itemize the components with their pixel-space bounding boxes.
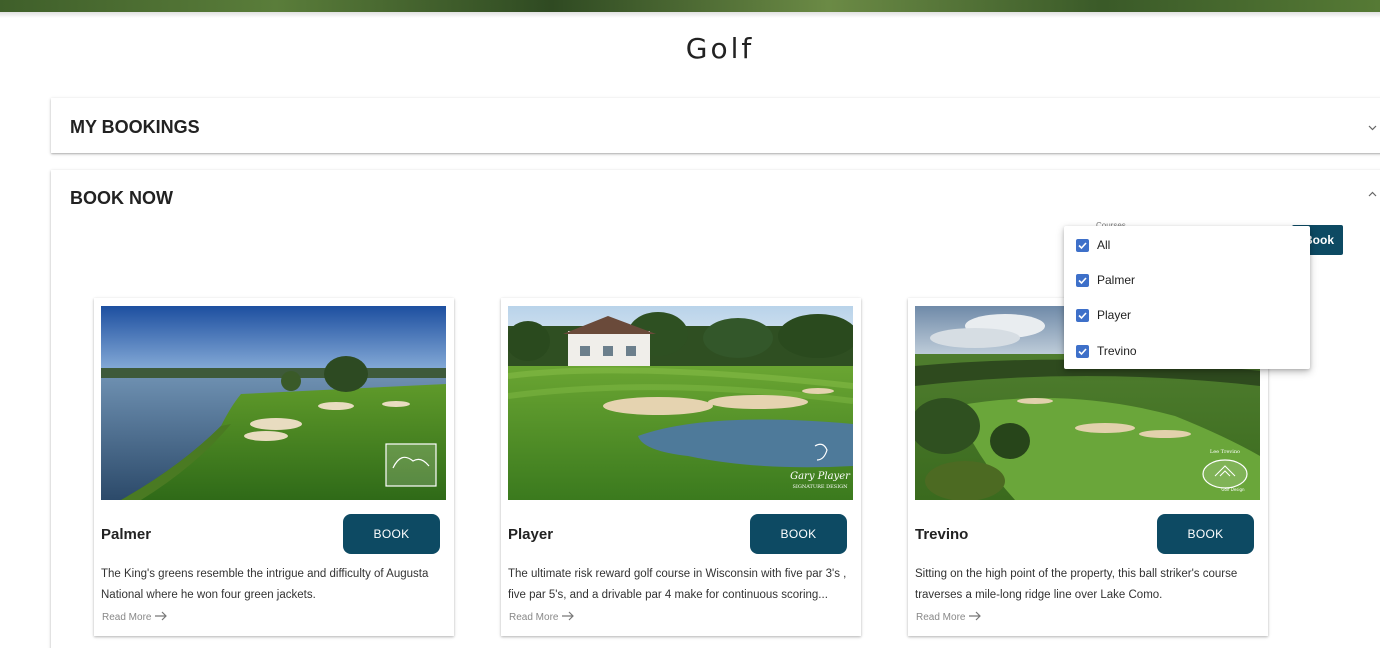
course-description-palmer: The King's greens resemble the intrigue …	[101, 568, 429, 601]
course-option-player[interactable]: Player	[1076, 305, 1131, 325]
read-more-label: Read More	[509, 612, 559, 623]
arrow-right-icon	[968, 611, 982, 624]
arrow-right-icon	[154, 611, 168, 624]
book-button-palmer[interactable]: BOOK	[343, 514, 440, 554]
read-more-link-palmer[interactable]: Read More	[102, 611, 168, 624]
book-button-player[interactable]: BOOK	[750, 514, 847, 554]
option-label: All	[1097, 238, 1111, 252]
my-bookings-panel[interactable]: MY BOOKINGS	[51, 98, 1380, 153]
page-title: Golf	[685, 32, 755, 65]
option-label: Palmer	[1097, 273, 1136, 287]
course-option-all[interactable]: All	[1076, 235, 1110, 255]
checkbox-checked-icon[interactable]	[1076, 308, 1089, 322]
course-option-trevino[interactable]: Trevino	[1076, 341, 1137, 361]
option-label: Player	[1097, 308, 1132, 322]
option-label: Trevino	[1097, 344, 1137, 358]
trevino-logo-text: Lee Trevino	[1210, 449, 1240, 455]
chevron-up-icon[interactable]	[1368, 190, 1377, 199]
read-more-link-player[interactable]: Read More	[509, 611, 575, 624]
read-more-label: Read More	[916, 612, 966, 623]
player-logo-text: Gary Player	[790, 471, 851, 482]
checkbox-checked-icon[interactable]	[1076, 238, 1089, 252]
course-name-player: Player	[508, 526, 554, 543]
course-image-player: Gary Player SIGNATURE DESIGN	[508, 306, 853, 500]
chevron-down-icon[interactable]	[1368, 123, 1377, 132]
book-button-trevino[interactable]: BOOK	[1157, 514, 1254, 554]
header-banner-image	[0, 0, 1380, 18]
course-option-palmer[interactable]: Palmer	[1076, 270, 1135, 290]
player-logo-subtext: SIGNATURE DESIGN	[792, 484, 848, 490]
checkbox-checked-icon[interactable]	[1076, 273, 1089, 287]
read-more-link-trevino[interactable]: Read More	[916, 611, 982, 624]
course-card-player: Gary Player SIGNATURE DESIGN Player BOOK…	[501, 298, 861, 636]
arrow-right-icon	[561, 611, 575, 624]
courses-dropdown-menu: All Palmer Player Trevino	[1064, 226, 1310, 369]
course-name-trevino: Trevino	[915, 526, 969, 543]
course-name-palmer: Palmer	[101, 526, 152, 543]
course-description-trevino: Sitting on the high point of the propert…	[915, 568, 1238, 601]
my-bookings-header: MY BOOKINGS	[70, 117, 200, 137]
read-more-label: Read More	[102, 612, 152, 623]
course-image-palmer	[101, 306, 446, 500]
book-now-header[interactable]: BOOK NOW	[70, 188, 173, 209]
checkbox-checked-icon[interactable]	[1076, 344, 1089, 358]
course-description-player: The ultimate risk reward golf course in …	[508, 568, 847, 601]
trevino-logo-subtext: Golf Design	[1221, 487, 1245, 492]
course-card-palmer: Palmer BOOK The King's greens resemble t…	[94, 298, 454, 636]
